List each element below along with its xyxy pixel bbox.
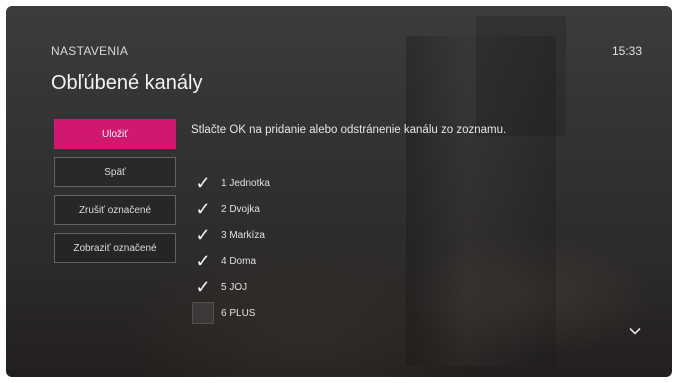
empty-checkbox[interactable] xyxy=(192,302,214,324)
check-icon[interactable]: ✓ xyxy=(192,224,214,246)
check-icon[interactable]: ✓ xyxy=(192,250,214,272)
background-castle-top xyxy=(476,16,566,136)
clock: 15:33 xyxy=(611,44,642,58)
page-title: Obľúbené kanály xyxy=(51,72,203,94)
channel-list: ✓ 1 Jednotka ✓ 2 Dvojka ✓ 3 Markíza ✓ 4 … xyxy=(192,170,270,326)
channel-label: 6 PLUS xyxy=(221,307,256,319)
section-label: NASTAVENIA xyxy=(51,44,129,58)
channel-row-6[interactable]: 6 PLUS xyxy=(192,300,270,326)
chevron-down-icon[interactable] xyxy=(628,324,642,338)
channel-label: 2 Dvojka xyxy=(221,203,260,215)
action-menu: Uložiť Späť Zrušiť označené Zobraziť ozn… xyxy=(54,119,176,271)
channel-row-1[interactable]: ✓ 1 Jednotka xyxy=(192,170,270,196)
channel-label: 5 JOJ xyxy=(221,281,248,293)
channel-label: 4 Doma xyxy=(221,255,257,267)
channel-label: 3 Markíza xyxy=(221,229,265,241)
check-icon[interactable]: ✓ xyxy=(192,172,214,194)
channel-row-5[interactable]: ✓ 5 JOJ xyxy=(192,274,270,300)
channel-label: 1 Jednotka xyxy=(221,177,270,189)
clear-selection-button[interactable]: Zrušiť označené xyxy=(54,195,176,225)
tv-screen: NASTAVENIA Obľúbené kanály 15:33 Uložiť … xyxy=(6,6,672,377)
channel-row-2[interactable]: ✓ 2 Dvojka xyxy=(192,196,270,222)
channel-row-4[interactable]: ✓ 4 Doma xyxy=(192,248,270,274)
back-button[interactable]: Späť xyxy=(54,157,176,187)
check-icon[interactable]: ✓ xyxy=(192,276,214,298)
show-selected-button[interactable]: Zobraziť označené xyxy=(54,233,176,263)
check-icon[interactable]: ✓ xyxy=(192,198,214,220)
instruction-text: Stlačte OK na pridanie alebo odstránenie… xyxy=(191,124,507,136)
save-button[interactable]: Uložiť xyxy=(54,119,176,149)
channel-row-3[interactable]: ✓ 3 Markíza xyxy=(192,222,270,248)
